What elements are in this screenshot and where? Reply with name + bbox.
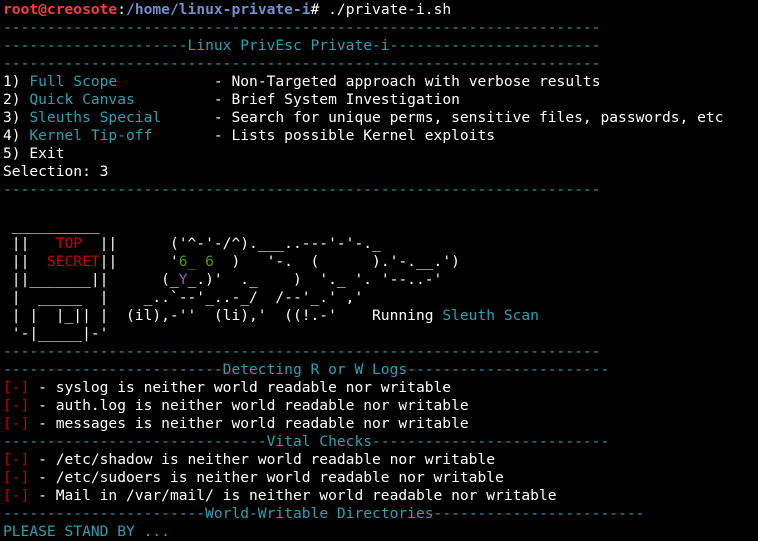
title-banner-line: ---------------------Linux PrivEsc Priva… xyxy=(3,37,601,54)
top-label: TOP xyxy=(55,235,83,252)
menu-item-name: Sleuths Special xyxy=(29,109,162,126)
sleuth-scan-label: Sleuth Scan xyxy=(442,307,539,324)
dog-nose: Y xyxy=(178,271,188,288)
menu-item-full-scope: 1) Full Scope - Non-Targeted approach wi… xyxy=(3,73,601,90)
ascii-banner-line xyxy=(3,199,758,217)
separator-line: ----------------------------------------… xyxy=(3,19,601,36)
menu-item-desc: - Non-Targeted approach with verbose res… xyxy=(213,73,601,90)
status-marker: [-] xyxy=(3,451,30,468)
section-header-world-writable: -----------------------World-Writable Di… xyxy=(3,505,645,522)
prompt-colon: : xyxy=(117,1,127,18)
ascii-banner-line: || SECRET|| '6_ 6 ) '-. ( ).'-.__.') xyxy=(3,253,460,270)
menu-item-desc: - Brief System Investigation xyxy=(213,91,460,108)
status-marker: [-] xyxy=(3,397,30,414)
prompt-user-host: root@creosote xyxy=(3,1,118,18)
menu-item-name: Kernel Tip-off xyxy=(29,127,153,144)
menu-item-exit: 5) Exit xyxy=(3,145,65,162)
dog-eyes: 6_ 6 xyxy=(178,253,214,270)
ascii-banner-line: '-|_____|-' xyxy=(3,325,109,342)
separator-line: ----------------------------------------… xyxy=(3,181,601,198)
menu-item-kernel-tip-off: 4) Kernel Tip-off - Lists possible Kerne… xyxy=(3,127,496,144)
result-line: [-] - /etc/sudoers is neither world read… xyxy=(3,469,504,486)
terminal-window[interactable]: root@creosote:/home/linux-private-i# ./p… xyxy=(0,0,758,540)
tool-title: Linux PrivEsc Private-i xyxy=(187,37,390,54)
prompt-line: root@creosote:/home/linux-private-i# ./p… xyxy=(3,1,758,19)
ascii-banner-line: || TOP || ('^-'-/^).___..---'-'-._ xyxy=(3,235,381,252)
ascii-banner-line: __________ xyxy=(3,217,100,234)
section-header-logs: -------------------------Detecting R or … xyxy=(3,361,610,378)
result-line: [-] - messages is neither world readable… xyxy=(3,415,469,432)
separator-line: ----------------------------------------… xyxy=(3,343,601,360)
menu-item-name: Full Scope xyxy=(29,73,118,90)
secret-label: SECRET xyxy=(46,253,100,270)
status-marker: [-] xyxy=(3,469,30,486)
status-text: PLEASE STAND BY ... xyxy=(3,523,170,540)
menu-item-desc: - Lists possible Kernel exploits xyxy=(213,127,496,144)
status-marker: [-] xyxy=(3,415,30,432)
result-line: [-] - Mail in /var/mail/ is neither worl… xyxy=(3,487,557,504)
menu-item-quick-canvas: 2) Quick Canvas - Brief System Investiga… xyxy=(3,91,460,108)
menu-item-sleuths-special: 3) Sleuths Special - Search for unique p… xyxy=(3,109,724,126)
section-header-vital: ------------------------------Vital Chec… xyxy=(3,433,610,450)
status-marker: [-] xyxy=(3,379,30,396)
menu-item-name: Quick Canvas xyxy=(29,91,135,108)
menu-item-desc: - Search for unique perms, sensitive fil… xyxy=(213,109,724,126)
result-line: [-] - syslog is neither world readable n… xyxy=(3,379,452,396)
result-line: [-] - auth.log is neither world readable… xyxy=(3,397,469,414)
prompt-path: /home/linux-private-i xyxy=(126,1,311,18)
result-line: [-] - /etc/shadow is neither world reada… xyxy=(3,451,496,468)
ascii-banner-line: ||_______|| (_Y_.)' ._ ) '._ '. '--..-' xyxy=(3,271,443,288)
separator-line: ----------------------------------------… xyxy=(3,55,601,72)
ascii-banner-line: | _____ | _..`--'_..-_/ /--'_.' ,' xyxy=(3,289,364,306)
status-marker: [-] xyxy=(3,487,30,504)
prompt-command: ./private-i.sh xyxy=(319,1,452,18)
ascii-banner-line: | | |_|| | (il),-'' (li),' ((!.-' Runnin… xyxy=(3,307,539,324)
selection-input-line[interactable]: Selection: 3 xyxy=(3,163,758,181)
